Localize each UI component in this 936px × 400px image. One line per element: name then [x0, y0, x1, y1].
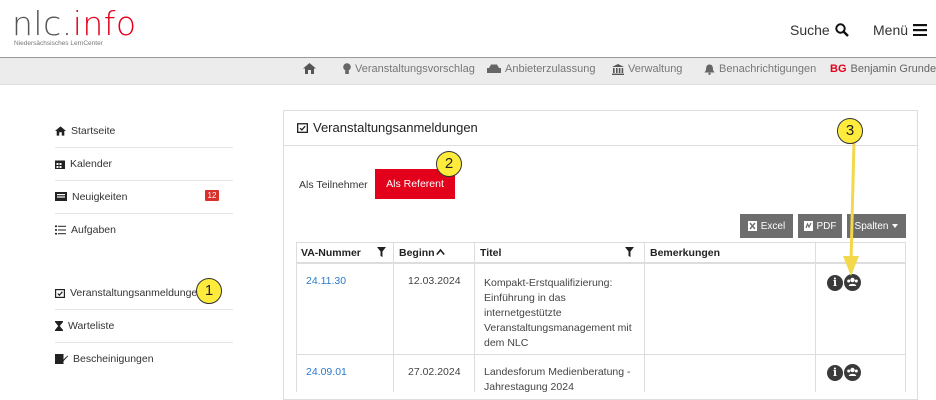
sidebar-item-warteliste[interactable]: Warteliste — [55, 309, 233, 342]
logo-subtitle: Niedersächsisches LernCenter — [14, 40, 103, 47]
tab-als-teilnehmer[interactable]: Als Teilnehmer — [299, 179, 368, 191]
logo-text-accent: info — [73, 4, 137, 43]
sidebar-item-bescheinigungen[interactable]: Bescheinigungen — [55, 342, 233, 375]
event-title: Landesforum Medienberatung - Jahrestagun… — [484, 365, 642, 395]
start-date: 12.03.2024 — [408, 274, 461, 289]
event-title-line: internetgestützte — [484, 306, 642, 321]
user-initials: BG — [830, 63, 847, 75]
home-icon — [303, 63, 316, 74]
lightbulb-icon — [343, 63, 351, 75]
pdf-label: PDF — [817, 221, 837, 232]
filter-icon[interactable] — [377, 247, 386, 257]
subnav-item-verwaltung[interactable]: Verwaltung — [612, 63, 682, 75]
info-icon[interactable]: i — [827, 365, 843, 381]
sort-ascending-icon[interactable] — [436, 249, 445, 255]
column-header-titel[interactable]: Titel — [480, 247, 501, 259]
car-icon — [487, 64, 501, 74]
calendar-check-icon — [297, 122, 308, 133]
event-title-line: Landesforum Medienberatung - — [484, 365, 642, 380]
home-nav-link[interactable] — [303, 63, 316, 74]
sidebar-item-label: Kalender — [70, 158, 112, 170]
table-border — [905, 242, 906, 392]
column-header-bemerkungen[interactable]: Bemerkungen — [650, 247, 720, 259]
export-pdf-button[interactable]: PDF — [798, 214, 842, 238]
bell-icon — [704, 64, 715, 75]
calendar-check-icon — [55, 288, 65, 298]
event-title: Kompakt-Erstqualifizierung: Einführung i… — [484, 276, 642, 351]
event-title-line: dem NLC — [484, 336, 642, 351]
event-title-line: Kompakt-Erstqualifizierung: — [484, 276, 642, 291]
search-label: Suche — [790, 22, 830, 38]
bank-icon — [612, 64, 624, 75]
subnav-label: Benachrichtigungen — [719, 63, 816, 75]
event-title-line: Veranstaltungsmanagement mit — [484, 321, 642, 336]
user-name: Benjamin Grundei — [851, 63, 936, 75]
table-column-border — [644, 242, 645, 392]
home-icon — [55, 126, 66, 136]
table-column-border — [393, 242, 394, 392]
subnav-label: Anbieterzulassung — [505, 63, 596, 75]
sidebar-item-aufgaben[interactable]: Aufgaben — [55, 213, 233, 246]
caret-down-icon — [892, 224, 898, 228]
event-title-line: Einführung in das — [484, 291, 642, 306]
column-header-va-nummer[interactable]: VA-Nummer — [301, 247, 361, 259]
pdf-icon — [804, 221, 813, 231]
column-header-beginn[interactable]: Beginn — [399, 247, 435, 259]
table-column-border — [815, 242, 816, 392]
va-number-link[interactable]: 24.09.01 — [306, 365, 347, 380]
newspaper-icon — [55, 192, 67, 201]
participants-icon[interactable] — [844, 364, 861, 381]
search-link[interactable]: Suche — [790, 22, 849, 38]
subnav-item-anbieterzulassung[interactable]: Anbieterzulassung — [487, 63, 596, 75]
callout-badge-1: 1 — [196, 278, 222, 304]
hamburger-icon — [913, 24, 927, 36]
subnav-label: Veranstaltungsvorschlag — [355, 63, 475, 75]
subnav-item-benachrichtigungen[interactable]: Benachrichtigungen — [704, 63, 816, 75]
filter-icon[interactable] — [625, 247, 634, 257]
table-column-border — [474, 242, 475, 392]
news-count-badge: 12 — [205, 190, 219, 201]
sidebar-item-startseite[interactable]: Startseite — [55, 114, 233, 147]
excel-icon — [748, 221, 757, 231]
start-date: 27.02.2024 — [408, 365, 461, 380]
sidebar-item-kalender[interactable]: Kalender — [55, 147, 233, 180]
callout-badge-3: 3 — [837, 118, 863, 144]
search-icon — [835, 23, 849, 37]
calendar-icon — [55, 159, 65, 169]
menu-link[interactable]: Menü — [873, 22, 927, 38]
callout-badge-2: 2 — [436, 151, 462, 177]
panel-title-text: Veranstaltungsanmeldungen — [313, 120, 478, 135]
sidebar-item-label: Veranstaltungsanmeldungen — [70, 287, 203, 299]
sidebar-item-label: Neuigkeiten — [72, 191, 127, 203]
table-border — [296, 242, 297, 392]
subnav-label: Verwaltung — [628, 63, 682, 75]
export-excel-button[interactable]: Excel — [740, 214, 793, 238]
sidebar-item-label: Bescheinigungen — [73, 353, 154, 365]
user-menu[interactable]: BG Benjamin Grundei — [830, 63, 936, 75]
tasks-icon — [55, 225, 66, 235]
certificate-icon — [55, 354, 68, 364]
excel-label: Excel — [761, 221, 785, 232]
logo[interactable]: nlc.info — [12, 4, 137, 43]
subnav-item-veranstaltungsvorschlag[interactable]: Veranstaltungsvorschlag — [343, 63, 475, 75]
sidebar-item-label: Warteliste — [68, 320, 114, 332]
sidebar-item-label: Startseite — [71, 125, 115, 137]
annotation-arrow — [840, 140, 870, 280]
hourglass-icon — [55, 321, 63, 331]
event-title-line: Jahrestagung 2024 — [484, 380, 642, 395]
menu-label: Menü — [873, 22, 908, 38]
logo-text: nlc. — [12, 4, 73, 43]
va-number-link[interactable]: 24.11.30 — [306, 274, 346, 289]
panel-title: Veranstaltungsanmeldungen — [297, 120, 478, 135]
sidebar-item-label: Aufgaben — [71, 224, 116, 236]
